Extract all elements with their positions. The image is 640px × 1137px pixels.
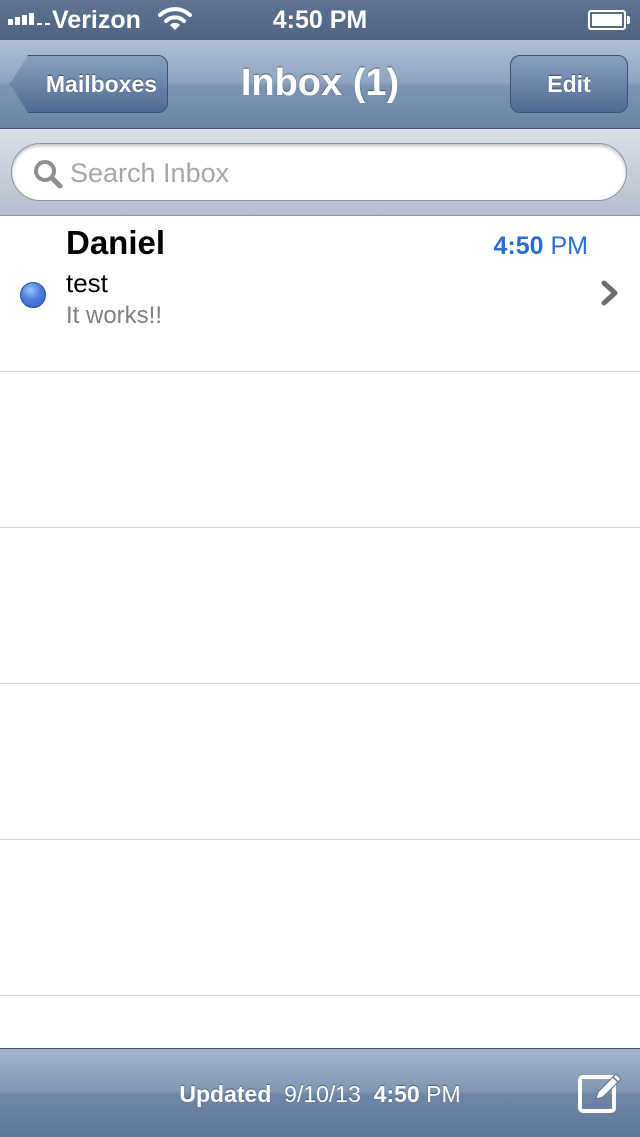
compose-icon[interactable] <box>576 1069 624 1115</box>
message-subject: test <box>66 268 108 298</box>
message-sender: Daniel <box>66 224 166 261</box>
updated-label: Updated <box>179 1081 272 1107</box>
chevron-right-icon <box>601 280 618 306</box>
empty-row <box>0 528 640 684</box>
message-time-suffix: PM <box>550 232 589 260</box>
updated-status: Updated 9/10/13 4:50 PM <box>0 1081 640 1108</box>
page-title: Inbox (1) <box>240 62 400 104</box>
bottom-toolbar: Updated 9/10/13 4:50 PM <box>0 1048 640 1137</box>
message-time-value: 4:50 <box>493 232 544 260</box>
empty-row <box>0 840 640 996</box>
status-time: 4:50 PM <box>272 6 368 34</box>
search-field[interactable] <box>11 143 627 201</box>
message-row[interactable]: Daniel 4:50 PM test It works!! <box>0 216 640 372</box>
navigation-bar: Mailboxes Inbox (1) Edit <box>0 40 640 129</box>
message-list: Daniel 4:50 PM test It works!! <box>0 216 640 1048</box>
battery-icon <box>588 10 630 30</box>
message-time: 4:50 PM <box>494 232 589 261</box>
search-input[interactable] <box>70 156 590 190</box>
empty-row <box>0 996 640 1048</box>
unread-dot-icon <box>20 282 46 308</box>
status-bar: Verizon 4:50 PM <box>0 0 640 40</box>
empty-row <box>0 372 640 528</box>
back-button-label: Mailboxes <box>45 71 158 97</box>
updated-time-suffix: PM <box>426 1081 461 1107</box>
updated-time: 4:50 <box>373 1081 420 1107</box>
search-icon <box>34 160 63 189</box>
message-preview: It works!! <box>66 302 163 329</box>
search-bar <box>0 129 640 216</box>
edit-button[interactable]: Edit <box>510 55 628 113</box>
updated-date: 9/10/13 <box>284 1081 361 1107</box>
mailboxes-back-button[interactable]: Mailboxes <box>10 55 168 113</box>
empty-row <box>0 684 640 840</box>
